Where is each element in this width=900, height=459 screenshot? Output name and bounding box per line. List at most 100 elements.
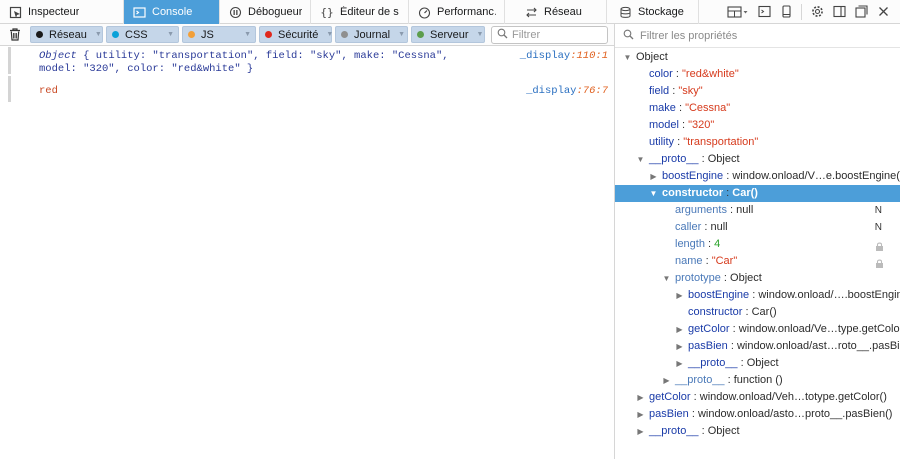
filter-label: CSS: [125, 28, 148, 41]
property-text: caller : null: [675, 219, 728, 236]
dock-side-icon[interactable]: [828, 1, 850, 23]
message-location-link[interactable]: _display:110:1: [520, 50, 608, 63]
filter-css-button[interactable]: CSS ▼: [106, 26, 179, 43]
property-row[interactable]: ▼ __proto__ : Object: [615, 151, 900, 168]
source-line: :110:1: [570, 50, 608, 62]
settings-gear-icon[interactable]: [806, 1, 828, 23]
property-row[interactable]: ▶ __proto__ : Object: [615, 423, 900, 440]
filter-label: Journal: [354, 28, 391, 41]
property-row[interactable]: ▶ getColor : window.onload/Veh…totype.get…: [615, 389, 900, 406]
property-value: window.onload/V…e.boostEngine(): [732, 170, 900, 182]
expanded-twisty-icon[interactable]: ▼: [662, 270, 671, 287]
tab-label: Inspecteur: [28, 6, 80, 18]
expanded-twisty-icon[interactable]: ▼: [649, 185, 658, 202]
property-row[interactable]: ▼ prototype : Object: [615, 270, 900, 287]
filter-network-button[interactable]: Réseau ▼: [30, 26, 103, 43]
filter-security-button[interactable]: Sécurité ▼: [259, 26, 334, 43]
property-row[interactable]: field : "sky": [615, 83, 900, 100]
expanded-twisty-icon[interactable]: ▼: [636, 151, 645, 168]
search-icon: [497, 28, 508, 42]
property-row[interactable]: arguments : null N: [615, 202, 900, 219]
filter-server-button[interactable]: Serveur ▼: [411, 26, 485, 43]
property-row[interactable]: color : "red&white": [615, 66, 900, 83]
properties-filter-box[interactable]: [615, 24, 900, 48]
tab-console[interactable]: Console: [124, 0, 220, 24]
responsive-mode-icon[interactable]: [775, 1, 797, 23]
tab-storage[interactable]: Stockage: [607, 0, 699, 24]
property-text: model : "320": [649, 117, 714, 134]
collapsed-twisty-icon[interactable]: ▶: [675, 321, 684, 338]
property-separator: :: [727, 340, 737, 352]
property-value: "Cessna": [685, 102, 731, 114]
chevron-down-icon: ▼: [476, 31, 484, 38]
property-value: Car(): [751, 306, 777, 318]
filter-label: Réseau: [49, 28, 87, 41]
property-row[interactable]: ▶ __proto__ : function (): [615, 372, 900, 389]
console-filter-input-box[interactable]: [491, 25, 608, 44]
tab-debugger[interactable]: Débogueur: [220, 0, 311, 24]
properties-filter-input[interactable]: [640, 29, 880, 42]
property-row[interactable]: ▶ getColor : window.onload/Ve…type.getCol…: [615, 321, 900, 338]
property-text: Object: [636, 49, 668, 66]
property-separator: :: [724, 374, 734, 386]
filter-color-dot: [265, 31, 272, 38]
property-name: constructor: [688, 306, 743, 318]
console-filter-input[interactable]: [512, 28, 602, 41]
property-value: "sky": [678, 85, 703, 97]
property-separator: :: [675, 102, 686, 114]
property-row[interactable]: utility : "transportation": [615, 134, 900, 151]
tab-inspector[interactable]: Inspecteur: [0, 0, 124, 24]
property-text: name : "Car": [675, 253, 737, 270]
property-name: pasBien: [649, 408, 689, 420]
collapsed-twisty-icon[interactable]: ▶: [662, 372, 671, 389]
property-row[interactable]: ▶ boostEngine : window.onload/V…e.boostEn…: [615, 168, 900, 185]
chevron-down-icon: ▼: [326, 31, 334, 38]
property-text: pasBien : window.onload/ast…roto__.pasBi…: [688, 338, 900, 355]
property-separator: :: [720, 272, 731, 284]
expanded-twisty-icon[interactable]: ▼: [623, 49, 632, 66]
collapsed-twisty-icon[interactable]: ▶: [636, 406, 645, 423]
property-row[interactable]: constructor : Car(): [615, 304, 900, 321]
layout-dock-icon[interactable]: [723, 1, 753, 23]
property-row[interactable]: length : 4: [615, 236, 900, 253]
collapsed-twisty-icon[interactable]: ▶: [636, 423, 645, 440]
source-name: _display: [526, 85, 577, 97]
non-writable-flag: N: [874, 205, 882, 216]
property-row[interactable]: ▶ boostEngine : window.onload/….boostEngi…: [615, 287, 900, 304]
filter-color-dot: [188, 31, 195, 38]
filter-log-button[interactable]: Journal ▼: [335, 26, 408, 43]
collapsed-twisty-icon[interactable]: ▶: [675, 287, 684, 304]
trash-icon[interactable]: [0, 24, 30, 46]
collapsed-twisty-icon[interactable]: ▶: [649, 168, 658, 185]
tab-performance[interactable]: Performanc…: [409, 0, 505, 24]
collapsed-twisty-icon[interactable]: ▶: [675, 338, 684, 355]
collapsed-twisty-icon[interactable]: ▶: [636, 389, 645, 406]
message-location-link[interactable]: _display:76:7: [526, 85, 608, 98]
filter-label: Sécurité: [278, 28, 319, 41]
split-console-icon[interactable]: [753, 1, 775, 23]
property-name: arguments: [675, 204, 727, 216]
tab-label: Débogueur: [248, 6, 302, 18]
property-row[interactable]: ▼ constructor : Car(): [615, 185, 900, 202]
tab-style-editor[interactable]: {} Éditeur de s…: [311, 0, 409, 24]
property-row[interactable]: caller : null N: [615, 219, 900, 236]
tab-network[interactable]: Réseau: [505, 0, 607, 24]
message-body[interactable]: Object { utility: "transportation", fiel…: [39, 50, 489, 76]
property-value: "red&white": [682, 68, 739, 80]
property-row[interactable]: ▶ __proto__ : Object: [615, 355, 900, 372]
collapsed-twisty-icon[interactable]: ▶: [675, 355, 684, 372]
dock-window-icon[interactable]: [850, 1, 872, 23]
property-row[interactable]: make : "Cessna": [615, 100, 900, 117]
property-text: getColor : window.onload/Veh…totype.getC…: [649, 389, 887, 406]
property-row[interactable]: ▶ pasBien : window.onload/asto…proto__.pa…: [615, 406, 900, 423]
console-message[interactable]: red _display:76:7: [8, 76, 614, 102]
close-icon[interactable]: [872, 1, 894, 23]
console-message[interactable]: Object { utility: "transportation", fiel…: [8, 47, 614, 76]
filter-color-dot: [112, 31, 119, 38]
filter-js-button[interactable]: JS ▼: [182, 26, 256, 43]
property-row[interactable]: ▶ pasBien : window.onload/ast…roto__.pasB…: [615, 338, 900, 355]
property-row[interactable]: model : "320": [615, 117, 900, 134]
property-row[interactable]: ▼ Object: [615, 49, 900, 66]
property-row[interactable]: name : "Car": [615, 253, 900, 270]
source-name: _display: [519, 50, 571, 62]
